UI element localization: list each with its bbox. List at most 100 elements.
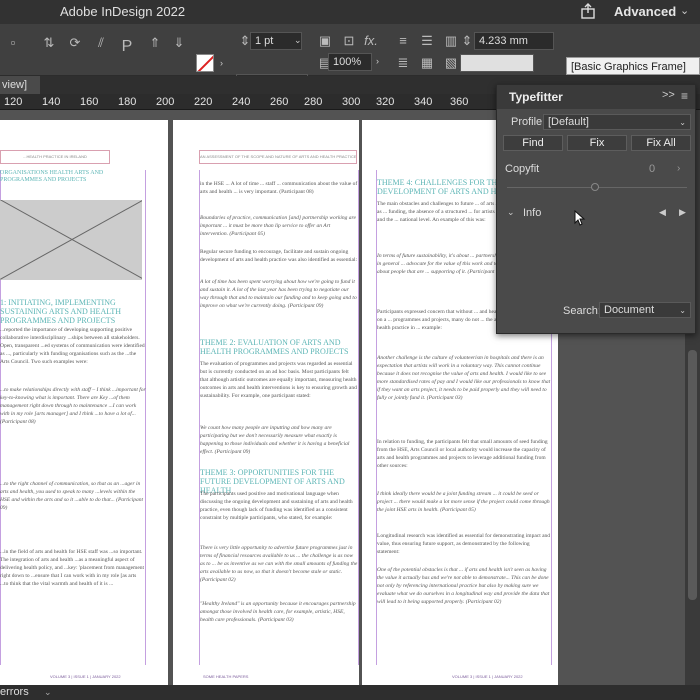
chevron-down-icon[interactable]: ⌄ xyxy=(680,4,689,17)
section-heading: 1: INITIATING, IMPLEMENTING SUSTAINING A… xyxy=(0,298,122,325)
reference-width-field[interactable]: 4.233 mm xyxy=(474,32,554,50)
control-panel: ▫ ⇅ ⟳ ⫽ P ⇑ ⇓ › › 1 pt ⌄ ⇕ ▣ ⊡ fx. ▤ 100… xyxy=(0,24,700,94)
page-footer: VOLUME 3 | ISSUE 1 | JANUARY 2022 xyxy=(50,674,121,679)
search-scope-value: Document xyxy=(604,304,655,316)
chevron-right-icon[interactable]: › xyxy=(220,58,223,68)
ruler-tick: 340 xyxy=(414,96,433,108)
copyfit-slider-thumb[interactable] xyxy=(591,183,599,191)
page-left[interactable]: ...HEALTH PRACTICE IN IRELAND ORGANISATI… xyxy=(0,120,168,685)
search-scope-select[interactable]: Document ⌄ xyxy=(599,302,691,318)
fix-button[interactable]: Fix xyxy=(567,135,627,151)
body-paragraph: in the HSE ... A lot of time ... staff .… xyxy=(200,181,358,195)
ruler-tick: 300 xyxy=(342,96,361,108)
chevron-down-icon: ⌄ xyxy=(679,118,686,127)
ruler-tick: 320 xyxy=(376,96,395,108)
title-bar: Adobe InDesign 2022 Advanced ⌄ xyxy=(0,0,700,24)
typefitter-panel[interactable]: Typefitter >> ≡ Profile: [Default] ⌄ Fin… xyxy=(496,84,696,334)
copyfit-label: Copyfit xyxy=(505,163,540,175)
ruler-tick: 260 xyxy=(270,96,289,108)
fit-content-icon[interactable]: ⊡ xyxy=(340,32,358,50)
quote-paragraph: There is very little opportunity to adve… xyxy=(200,545,358,583)
select-content-icon[interactable]: ⇓ xyxy=(170,34,188,52)
mouse-cursor-icon xyxy=(574,210,586,226)
chevron-down-icon[interactable]: ⌄ xyxy=(44,687,52,698)
panel-menu-icon[interactable]: ≡ xyxy=(681,89,688,103)
fit-frame-icon[interactable]: ▣ xyxy=(316,32,334,50)
ruler-tick: 280 xyxy=(304,96,323,108)
share-icon[interactable] xyxy=(580,3,596,19)
chevron-down-icon: ⌄ xyxy=(679,306,686,315)
ruler-tick: 200 xyxy=(156,96,175,108)
find-button[interactable]: Find xyxy=(503,135,563,151)
text-wrap-icon[interactable]: ☰ xyxy=(418,32,436,50)
ruler-tick: 140 xyxy=(42,96,61,108)
profile-label: Profile: xyxy=(511,116,546,128)
chevron-right-icon[interactable]: › xyxy=(677,163,680,174)
stepper-icon[interactable]: ⇕ xyxy=(236,32,254,50)
chevron-down-icon[interactable]: ⌄ xyxy=(507,207,515,218)
search-label: Search: xyxy=(563,305,601,317)
quote-paragraph: Boundaries of practice, communication [a… xyxy=(200,215,356,237)
section-heading: ORGANISATIONS HEALTH ARTS AND PROGRAMMES… xyxy=(0,170,104,183)
collapse-icon[interactable]: >> xyxy=(662,89,675,101)
effects-button[interactable]: fx. xyxy=(362,32,380,50)
quote-paragraph: A lot of time has been spent worrying ab… xyxy=(200,279,357,309)
fill-swatch[interactable] xyxy=(196,54,214,72)
scrollbar-thumb[interactable] xyxy=(688,350,697,600)
quote-paragraph: ...to the right channel of communication… xyxy=(0,481,143,511)
fix-all-button[interactable]: Fix All xyxy=(631,135,691,151)
wrap-preview xyxy=(460,54,534,72)
chevron-down-icon[interactable]: ⌄ xyxy=(294,35,302,46)
body-paragraph: Longitudinal research was identified as … xyxy=(377,533,551,555)
ruler-tick: 360 xyxy=(450,96,469,108)
preflight-status[interactable]: errors xyxy=(0,686,29,698)
object-style-select[interactable]: [Basic Graphics Frame] xyxy=(566,57,700,75)
previous-icon[interactable]: ◀ xyxy=(659,207,666,218)
text-wrap-around-icon[interactable]: ▦ xyxy=(418,54,436,72)
quote-paragraph: I think ideally there would be a joint f… xyxy=(377,491,550,513)
page-footer: SOME HEALTH PAPERS xyxy=(203,674,249,679)
ruler-tick: 220 xyxy=(194,96,213,108)
page-middle[interactable]: AN ASSESSMENT OF THE SCOPE AND NATURE OF… xyxy=(173,120,359,685)
rotate-icon[interactable]: ⟳ xyxy=(66,34,84,52)
body-paragraph: In relation to funding, the participants… xyxy=(377,439,548,469)
quote-paragraph: Another challenge is the culture of volu… xyxy=(377,355,551,401)
profile-value: [Default] xyxy=(548,116,589,128)
profile-select[interactable]: [Default] ⌄ xyxy=(543,114,691,130)
body-paragraph: Regular secure funding to encourage, fac… xyxy=(200,249,357,263)
ruler-tick: 160 xyxy=(80,96,99,108)
page-header: ...HEALTH PRACTICE IN IRELAND xyxy=(0,150,110,164)
shear-icon[interactable]: ⫽ xyxy=(92,34,110,52)
page-header: AN ASSESSMENT OF THE SCOPE AND NATURE OF… xyxy=(199,150,357,164)
select-container-icon[interactable]: ⇑ xyxy=(146,34,164,52)
image-placeholder[interactable] xyxy=(0,200,142,280)
body-paragraph: The participants used positive and motiv… xyxy=(200,491,353,521)
next-icon[interactable]: ▶ xyxy=(679,207,686,218)
app-title: Adobe InDesign 2022 xyxy=(60,4,186,19)
status-bar: errors ⌄ xyxy=(0,685,700,700)
body-paragraph: ...in the field of arts and health for H… xyxy=(0,549,145,587)
body-paragraph: ...reported the importance of developing… xyxy=(0,327,145,365)
ruler-tick: 180 xyxy=(118,96,137,108)
reference-point-icon[interactable]: ▫ xyxy=(4,34,22,52)
pen-tool-icon[interactable]: P xyxy=(118,38,136,56)
flip-icon[interactable]: ⇅ xyxy=(40,34,58,52)
info-label[interactable]: Info xyxy=(523,207,541,219)
page-footer: VOLUME 3 | ISSUE 1 | JANUARY 2022 xyxy=(452,674,523,679)
quote-paragraph: "Healthy Ireland" is an opportunity beca… xyxy=(200,601,356,623)
quote-paragraph: ...to make relationships directly with s… xyxy=(0,387,146,425)
opacity-field[interactable]: 100% xyxy=(328,53,372,71)
panel-header[interactable]: Typefitter >> ≡ xyxy=(497,85,695,109)
quote-paragraph: One of the potential obstacles is that .… xyxy=(377,567,550,605)
align-center-icon[interactable]: ≣ xyxy=(394,54,412,72)
panel-title: Typefitter xyxy=(509,90,563,104)
wrap-column-icon[interactable]: ▧ xyxy=(442,54,460,72)
workspace-switcher[interactable]: Advanced xyxy=(614,4,676,19)
copyfit-value: 0 xyxy=(649,163,656,175)
quote-paragraph: We count how many people are inputting a… xyxy=(200,425,350,455)
align-left-icon[interactable]: ≡ xyxy=(394,32,412,50)
chevron-right-icon[interactable]: › xyxy=(376,56,379,66)
document-tab[interactable]: view] xyxy=(0,76,40,94)
ruler-tick: 120 xyxy=(4,96,23,108)
body-paragraph: The evaluation of programmes and project… xyxy=(200,361,357,399)
